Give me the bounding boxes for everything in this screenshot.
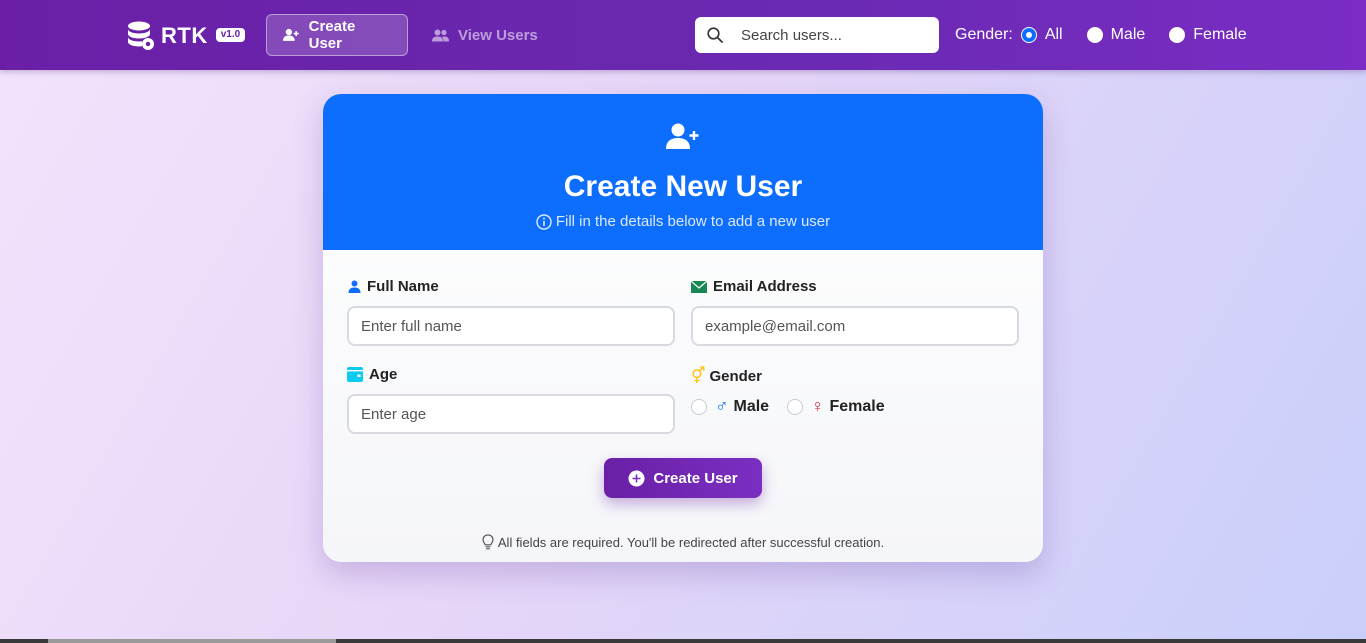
create-user-card: Create New User Fill in the details belo… [323, 94, 1043, 562]
gender-option-female[interactable]: ♀ Female [787, 396, 885, 417]
female-label: Female [829, 397, 885, 415]
gender-filter-label: Gender: [955, 26, 1013, 43]
gender-filter: Gender: All Male Female [955, 24, 1271, 46]
age-input[interactable] [347, 394, 675, 434]
users-icon [432, 29, 449, 41]
bottom-scrollbar[interactable] [0, 639, 1366, 643]
form-footnote: All fields are required. You'll be redir… [323, 534, 1043, 550]
search-icon [707, 27, 723, 43]
brand-name: RTK [161, 23, 208, 48]
male-radio[interactable] [691, 398, 707, 415]
subtitle-text: Fill in the details below to add a new u… [555, 213, 831, 230]
plus-circle-icon [628, 470, 645, 486]
user-plus-icon [283, 28, 299, 41]
gender-option-male[interactable]: ♂ Male [691, 396, 769, 417]
brand[interactable]: RTK v1.0 [127, 20, 246, 52]
radio-female[interactable] [1169, 27, 1186, 43]
email-label-text: Email Address [713, 278, 817, 295]
person-icon [348, 280, 361, 293]
female-symbol-icon: ♀ [811, 396, 825, 416]
search-input[interactable] [741, 26, 921, 44]
database-gear-icon [128, 21, 154, 50]
age-label: Age [347, 366, 397, 383]
user-plus-icon [666, 123, 699, 149]
page-title: Create New User [563, 170, 803, 203]
scrollbar-thumb[interactable] [48, 639, 336, 643]
radio-all[interactable] [1020, 27, 1037, 43]
page-subtitle: Fill in the details below to add a new u… [323, 213, 1043, 230]
nav-view-users-button[interactable]: View Users [416, 14, 554, 56]
envelope-icon [691, 280, 707, 293]
search-box [695, 17, 939, 53]
nav-create-user-button[interactable]: Create User [266, 14, 408, 56]
gender-filter-female-label: Female [1193, 26, 1247, 43]
nav-view-label: View Users [458, 26, 538, 44]
gender-icon: ⚥ [691, 368, 706, 385]
calendar-icon [347, 367, 363, 382]
full-name-label: Full Name [348, 278, 439, 295]
nav-create-label: Create User [308, 18, 356, 52]
gender-filter-male[interactable]: Male [1086, 26, 1146, 44]
gender-filter-all[interactable]: All [1020, 26, 1063, 44]
gender-filter-all-label: All [1044, 26, 1063, 43]
create-user-button-label: Create User [653, 469, 738, 487]
lightbulb-icon [482, 534, 494, 550]
gender-label-text: Gender [709, 367, 762, 385]
create-user-button[interactable]: Create User [604, 458, 762, 498]
gender-label: ⚥ Gender [691, 366, 762, 386]
version-badge: v1.0 [215, 28, 246, 42]
email-label: Email Address [691, 278, 817, 295]
male-symbol-icon: ♂ [715, 396, 729, 416]
footnote-text: All fields are required. You'll be redir… [497, 534, 885, 550]
age-label-text: Age [369, 366, 398, 383]
full-name-label-text: Full Name [367, 278, 439, 295]
navbar: RTK v1.0 Create User View Users Gender: [0, 0, 1366, 70]
male-label: Male [733, 397, 770, 415]
gender-filter-male-label: Male [1110, 26, 1146, 43]
female-radio[interactable] [787, 398, 803, 415]
email-input[interactable] [691, 306, 1019, 346]
info-icon [536, 213, 552, 230]
card-header: Create New User Fill in the details belo… [323, 94, 1043, 250]
full-name-input[interactable] [347, 306, 675, 346]
radio-male[interactable] [1086, 27, 1103, 43]
gender-filter-female[interactable]: Female [1169, 26, 1247, 44]
